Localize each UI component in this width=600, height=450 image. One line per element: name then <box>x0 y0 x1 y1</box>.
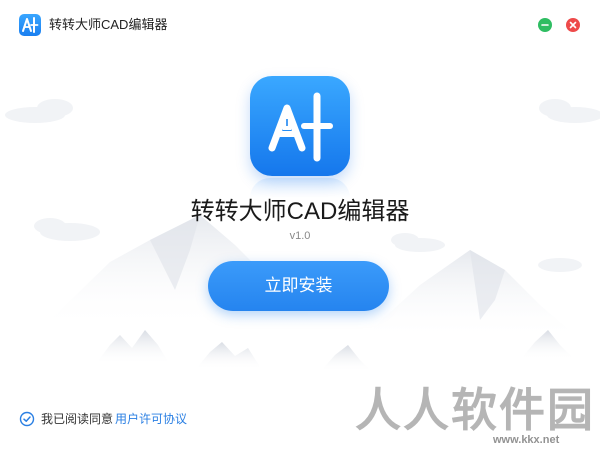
watermark-url: www.kkx.net <box>493 434 560 446</box>
license-agreement-link[interactable]: 用户许可协议 <box>115 410 187 428</box>
title-bar: 转转大师CAD编辑器 <box>0 0 600 48</box>
close-button[interactable] <box>566 18 580 32</box>
agreement-checkbox-icon[interactable] <box>19 411 35 427</box>
minimize-icon <box>541 24 549 26</box>
cad-pen-icon <box>268 92 333 162</box>
close-icon <box>569 21 577 29</box>
version-label: v1.0 <box>289 230 311 242</box>
watermark-text: 人人软件园 <box>355 383 595 437</box>
install-now-button[interactable]: 立即安装 <box>208 261 389 311</box>
minimize-button[interactable] <box>538 18 552 32</box>
window-title: 转转大师CAD编辑器 <box>49 17 168 32</box>
product-logo <box>250 76 350 176</box>
agreement-text: 我已阅读同意 <box>41 412 114 426</box>
product-name: 转转大师CAD编辑器 <box>190 198 410 225</box>
app-logo-icon <box>19 14 41 36</box>
